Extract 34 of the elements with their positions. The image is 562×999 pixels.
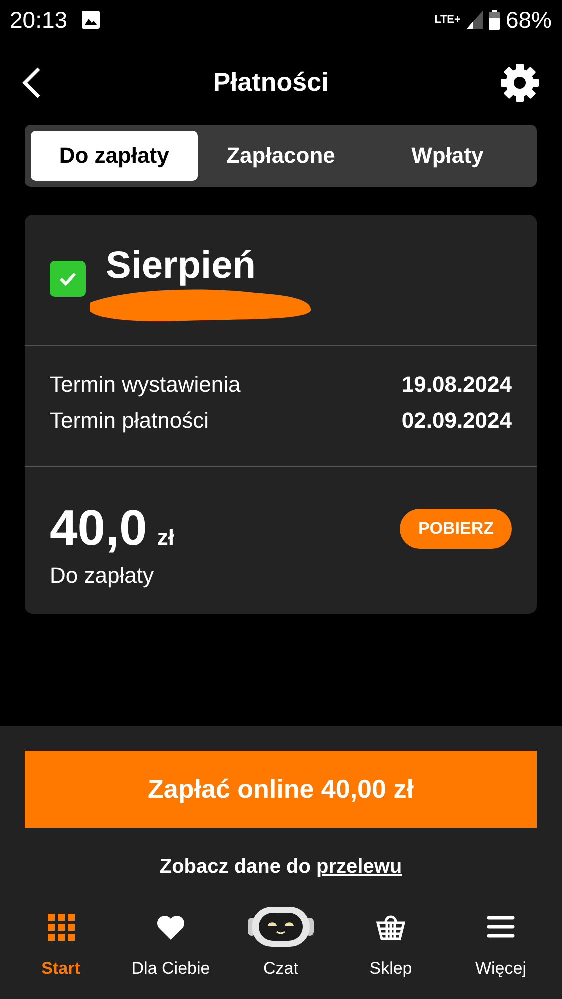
battery-icon	[488, 10, 500, 30]
status-time: 20:13	[10, 6, 68, 34]
detail-value: 19.08.2024	[402, 372, 512, 398]
transfer-text: Zobacz dane do	[160, 856, 311, 879]
detail-label: Termin wystawienia	[50, 372, 241, 398]
amount-caption: Do zapłaty	[50, 563, 155, 589]
checkbox[interactable]	[50, 261, 86, 297]
screen-title: Płatności	[213, 67, 329, 98]
image-icon	[82, 11, 100, 29]
currency: zł	[157, 525, 174, 551]
back-icon[interactable]	[22, 66, 42, 98]
nav-item[interactable]: Start	[11, 903, 111, 979]
signal-icon	[466, 11, 483, 29]
settings-icon[interactable]	[500, 62, 540, 102]
nav-item[interactable]: Więcej	[451, 903, 551, 979]
basket-icon	[376, 913, 406, 941]
detail-value: 02.09.2024	[402, 408, 512, 434]
tab[interactable]: Wpłaty	[364, 131, 532, 181]
amount: 40,0	[50, 499, 148, 557]
grid-icon	[48, 914, 74, 940]
menu-icon	[487, 915, 515, 939]
tab[interactable]: Do zapłaty	[31, 131, 198, 181]
detail-label: Termin płatności	[50, 408, 209, 434]
heart-icon	[157, 914, 185, 940]
network-label: LTE+	[434, 14, 461, 26]
battery-percent: 68%	[506, 6, 552, 34]
check-icon	[59, 272, 77, 286]
nav-item[interactable]: Dla Ciebie	[121, 903, 221, 979]
invoice-title: Sierpień	[106, 245, 256, 288]
robot-icon	[248, 906, 314, 948]
nav-item[interactable]: Sklep	[341, 903, 441, 979]
transfer-link[interactable]: przelewu	[316, 856, 402, 879]
nav-item[interactable]: Czat	[231, 903, 331, 979]
tab[interactable]: Zapłacone	[198, 131, 364, 181]
